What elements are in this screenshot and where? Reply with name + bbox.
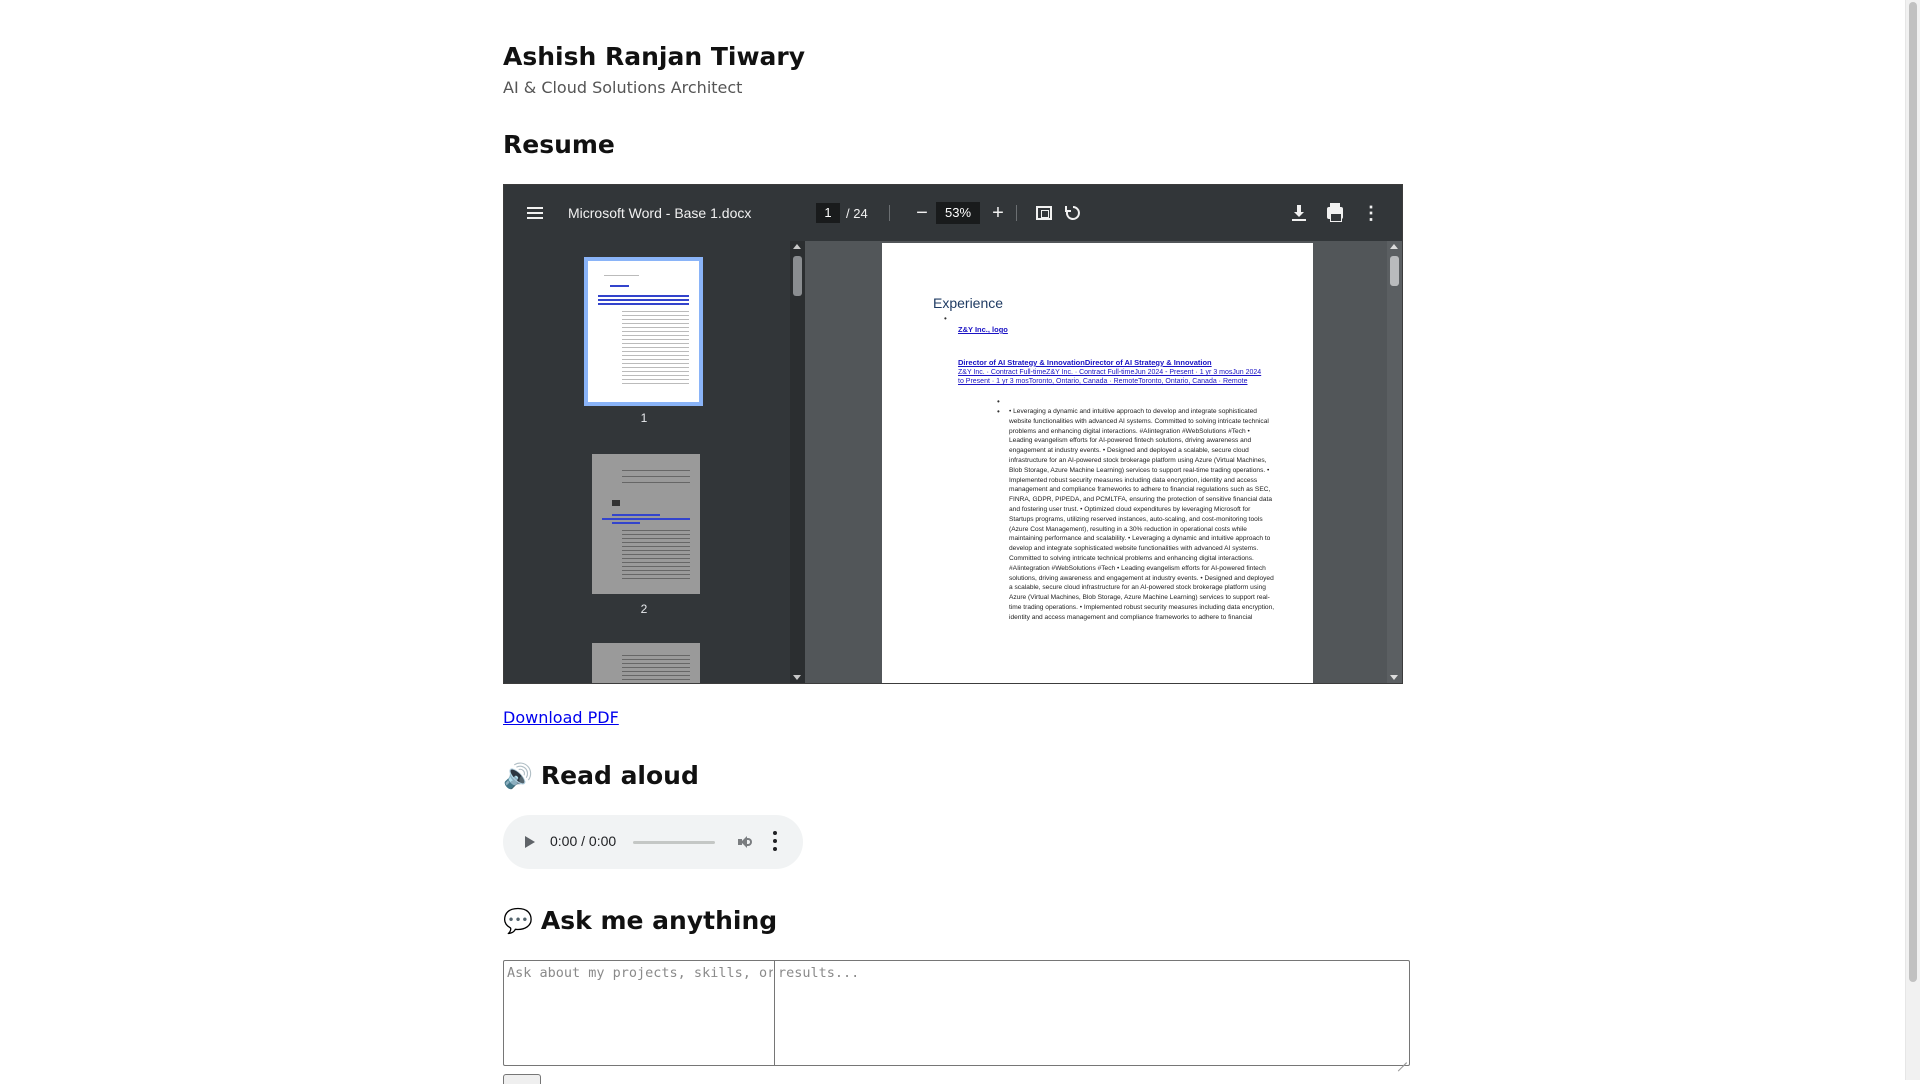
thumbnail-label: 2 xyxy=(640,602,648,616)
play-icon[interactable] xyxy=(525,836,535,848)
ask-textarea[interactable]: Ask about my projects, skills, or result… xyxy=(503,960,1410,1066)
ask-submit-button[interactable] xyxy=(503,1074,541,1084)
textarea-divider xyxy=(774,961,775,1065)
zoom-level-input[interactable]: 53% xyxy=(936,202,980,224)
scroll-down-icon[interactable] xyxy=(793,675,801,680)
document-page: Experience • Z&Y Inc., logo Director of … xyxy=(882,243,1313,683)
print-icon[interactable] xyxy=(1322,185,1348,241)
menu-icon[interactable] xyxy=(522,185,548,241)
scroll-up-icon[interactable] xyxy=(793,244,801,249)
read-aloud-heading-text: Read aloud xyxy=(540,761,699,790)
document-area[interactable]: Experience • Z&Y Inc., logo Director of … xyxy=(805,241,1402,683)
scroll-up-icon[interactable] xyxy=(1390,244,1398,249)
audio-time: 0:00 / 0:00 xyxy=(550,833,617,849)
doc-heading: Experience xyxy=(933,295,1004,311)
volume-icon[interactable] xyxy=(738,835,752,849)
thumbnail-label: 1 xyxy=(640,411,648,425)
page-title: Ashish Ranjan Tiwary xyxy=(503,42,806,71)
pdf-viewer[interactable]: Microsoft Word - Base 1.docx 1 / 24 − 53… xyxy=(503,184,1403,684)
toolbar-divider xyxy=(889,205,890,221)
page-subtitle: AI & Cloud Solutions Architect xyxy=(503,78,743,97)
document-scrollbar[interactable] xyxy=(1387,241,1402,683)
resize-grip-icon[interactable] xyxy=(1397,1053,1407,1063)
sidebar-scrollbar[interactable] xyxy=(790,241,805,683)
toolbar-divider xyxy=(1016,205,1017,221)
doc-meta-link[interactable]: Z&Y Inc. · Contract Full-timeZ&Y Inc. · … xyxy=(958,368,1268,386)
page-thumbnail-1[interactable] xyxy=(584,257,703,406)
fit-page-icon[interactable] xyxy=(1031,185,1057,241)
speaker-icon: 🔊 xyxy=(503,762,533,790)
resume-heading: Resume xyxy=(503,130,615,159)
audio-player[interactable]: 0:00 / 0:00 xyxy=(503,815,803,869)
pdf-file-title: Microsoft Word - Base 1.docx xyxy=(568,205,752,221)
page-number-input[interactable]: 1 xyxy=(816,203,840,223)
scroll-down-icon[interactable] xyxy=(1390,675,1398,680)
document-scrollbar-thumb[interactable] xyxy=(1390,256,1399,286)
page-total: / 24 xyxy=(846,205,868,221)
ask-heading: 💬 Ask me anything xyxy=(503,906,777,935)
page-indicator: 1 / 24 xyxy=(816,185,868,241)
zoom-in-button[interactable]: + xyxy=(984,185,1012,241)
more-options-icon[interactable]: ⋮ xyxy=(1358,185,1384,241)
page-scrollbar[interactable] xyxy=(1905,0,1920,1080)
audio-progress-slider[interactable] xyxy=(633,841,715,844)
doc-bullet: • xyxy=(944,314,947,323)
zoom-level[interactable]: 53% xyxy=(928,185,988,241)
ask-placeholder-left: Ask about my projects, skills, or xyxy=(507,965,773,981)
page-scrollbar-thumb[interactable] xyxy=(1909,2,1917,982)
ask-placeholder-right: results... xyxy=(778,965,860,981)
doc-role-link[interactable]: Director of AI Strategy & InnovationDire… xyxy=(958,358,1268,367)
thumbnail-sidebar: 1 2 xyxy=(504,241,805,683)
read-aloud-heading: 🔊 Read aloud xyxy=(503,761,699,790)
sidebar-scrollbar-thumb[interactable] xyxy=(793,256,802,296)
pdf-toolbar: Microsoft Word - Base 1.docx 1 / 24 − 53… xyxy=(504,185,1402,241)
page-thumbnail-3[interactable] xyxy=(592,643,700,683)
rotate-icon[interactable] xyxy=(1060,185,1086,241)
ask-heading-text: Ask me anything xyxy=(540,906,778,935)
audio-more-options-icon[interactable] xyxy=(773,831,777,851)
speech-bubble-icon: 💬 xyxy=(503,907,533,935)
doc-bullet: • xyxy=(997,397,1000,406)
doc-body-text: • Leveraging a dynamic and intuitive app… xyxy=(1009,408,1275,621)
page-thumbnail-2[interactable] xyxy=(592,454,700,594)
download-icon[interactable] xyxy=(1286,185,1312,241)
doc-company-link[interactable]: Z&Y Inc., logo xyxy=(958,325,1008,334)
doc-bullet: • xyxy=(997,407,1000,416)
download-pdf-link[interactable]: Download PDF xyxy=(503,708,619,727)
